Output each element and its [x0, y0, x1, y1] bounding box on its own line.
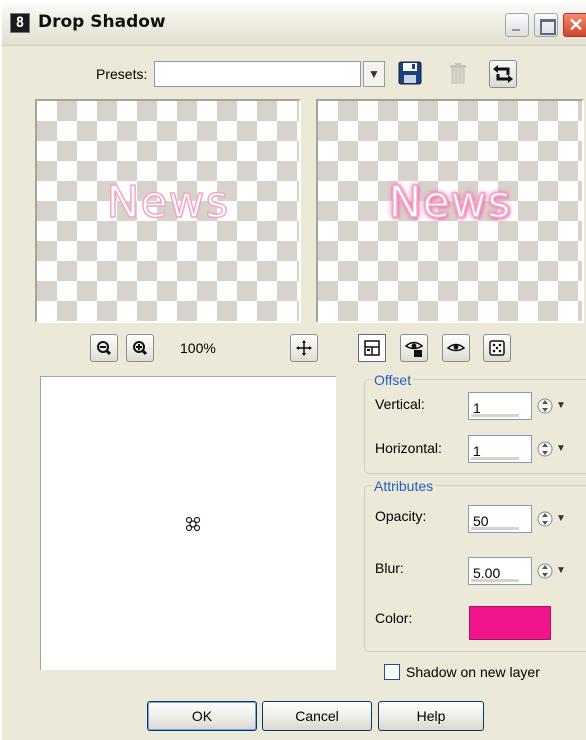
toggle-preview-button[interactable] [358, 334, 386, 362]
zoom-in-icon [133, 341, 148, 356]
presets-label: Presets: [96, 66, 148, 82]
window-title: Drop Shadow [38, 12, 166, 32]
before-preview[interactable]: News [35, 99, 301, 323]
drop-shadow-dialog: 8 Drop Shadow ✕ Presets: ▼ News News 100… [0, 0, 586, 740]
close-button[interactable]: ✕ [563, 13, 586, 37]
chevron-down-icon[interactable]: ▼ [363, 61, 385, 87]
vertical-dropdown-icon[interactable]: ▼ [553, 396, 569, 416]
title-bar[interactable]: 8 Drop Shadow ✕ [2, 0, 586, 46]
help-button[interactable]: Help [378, 701, 484, 731]
opacity-dropdown-icon[interactable]: ▼ [553, 509, 569, 529]
randomize-button[interactable] [483, 334, 511, 362]
minimize-button[interactable] [505, 13, 529, 37]
offset-group-title: Offset [372, 372, 414, 388]
preview-text-shadowed: News [388, 176, 512, 229]
proof-button[interactable] [400, 334, 428, 362]
color-label: Color: [375, 610, 413, 626]
offset-preview-canvas[interactable] [40, 376, 336, 670]
vertical-label: Vertical: [375, 396, 425, 412]
opacity-input[interactable]: 50 [468, 505, 532, 533]
blur-spinner-icon[interactable] [536, 560, 554, 582]
shadow-new-layer-label: Shadow on new layer [406, 664, 540, 680]
opacity-spinner-icon[interactable] [536, 508, 554, 530]
pan-button[interactable] [290, 334, 318, 362]
save-preset-button[interactable] [398, 61, 422, 85]
floppy-disk-icon [398, 61, 422, 85]
dice-icon [489, 340, 505, 356]
auto-proof-button[interactable] [442, 334, 470, 362]
preview-text: News [106, 176, 230, 229]
delete-preset-button[interactable] [446, 61, 470, 85]
eye-icon [446, 343, 466, 352]
zoom-out-button[interactable] [90, 334, 118, 362]
vertical-input[interactable]: 1 [468, 392, 532, 420]
attributes-group-title: Attributes [372, 478, 436, 494]
maximize-button[interactable] [534, 13, 558, 37]
zoom-in-button[interactable] [126, 334, 154, 362]
ok-button[interactable]: OK [147, 701, 257, 731]
color-swatch[interactable] [469, 606, 551, 640]
crosshair-handle-icon[interactable] [184, 515, 202, 533]
horizontal-input[interactable]: 1 [468, 435, 532, 463]
horizontal-spinner-icon[interactable] [536, 438, 554, 460]
preview-toggle-icon [364, 340, 380, 356]
move-cross-icon [296, 340, 312, 356]
eye-lock-icon [404, 341, 424, 357]
opacity-label: Opacity: [375, 508, 427, 524]
shadow-new-layer-checkbox[interactable] [384, 664, 400, 680]
reset-arrow-icon [493, 65, 513, 83]
reset-button[interactable] [489, 60, 517, 88]
cancel-button[interactable]: Cancel [262, 701, 372, 731]
after-preview[interactable]: News [316, 99, 584, 323]
blur-label: Blur: [375, 560, 404, 576]
vertical-spinner-icon[interactable] [536, 395, 554, 417]
zoom-out-icon [97, 341, 112, 356]
blur-dropdown-icon[interactable]: ▼ [553, 561, 569, 581]
trash-icon [450, 63, 466, 84]
blur-input[interactable]: 5.00 [468, 557, 532, 585]
app-icon: 8 [10, 13, 30, 33]
zoom-level: 100% [180, 340, 216, 356]
horizontal-dropdown-icon[interactable]: ▼ [553, 439, 569, 459]
horizontal-label: Horizontal: [375, 440, 442, 456]
presets-combo[interactable] [154, 61, 361, 87]
